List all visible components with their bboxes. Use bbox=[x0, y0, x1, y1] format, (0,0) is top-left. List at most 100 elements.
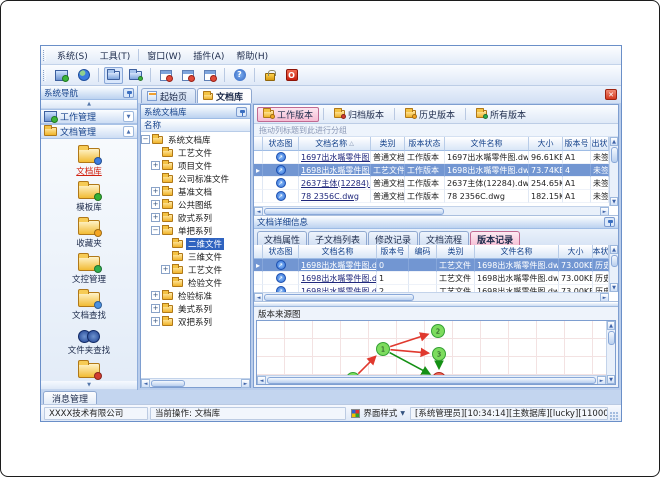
toolbar-library-explorer-button[interactable] bbox=[126, 67, 145, 84]
table-row[interactable]: ↗2637主体(12284).dwg普通文档工作版本2637主体(12284).… bbox=[254, 177, 609, 190]
scroll-right-icon[interactable]: ► bbox=[597, 375, 606, 384]
column-header-5[interactable]: 大小 bbox=[529, 137, 563, 151]
close-tab-icon[interactable]: ✕ bbox=[605, 89, 617, 100]
tab-start-page[interactable]: 起始页 bbox=[141, 88, 197, 103]
column-header-2[interactable]: 版本号 bbox=[377, 245, 409, 259]
tree-node[interactable]: 公司标准文件 bbox=[141, 172, 250, 185]
menu-item-1[interactable]: 工具(T) bbox=[94, 48, 137, 63]
pin-icon[interactable] bbox=[236, 106, 247, 117]
detail-tab-sub-doc-list[interactable]: 子文档列表 bbox=[308, 231, 368, 246]
toolbar-open-library-button[interactable] bbox=[104, 66, 123, 84]
sidebar-item-checked-out-docs[interactable]: 签出的文档 bbox=[46, 360, 132, 381]
scroll-left-icon[interactable]: ◄ bbox=[257, 375, 266, 384]
sidebar-item-favorites[interactable]: 收藏夹 bbox=[46, 217, 132, 253]
toolbar-system-view-button[interactable] bbox=[52, 67, 71, 84]
menu-drag-handle[interactable] bbox=[43, 49, 46, 61]
grid-vertical-scrollbar[interactable]: ▲ ▼ bbox=[609, 137, 618, 206]
tree-node[interactable]: + 公共图纸 bbox=[141, 198, 250, 211]
column-header-7[interactable]: 版本状态 bbox=[593, 245, 609, 259]
button-history-version[interactable]: 历史版本 bbox=[399, 107, 461, 122]
detail-tab-doc-flow[interactable]: 文档流程 bbox=[419, 231, 470, 246]
toolbar-lock-system-button[interactable] bbox=[260, 67, 279, 84]
column-header-3[interactable]: 编码 bbox=[409, 245, 437, 259]
toolbar-web-home-button[interactable] bbox=[74, 67, 93, 84]
tree-node[interactable]: + 美式系列 bbox=[141, 302, 250, 315]
column-header-4[interactable]: 类别 bbox=[437, 245, 475, 259]
column-header-0[interactable]: 状态图 bbox=[263, 137, 299, 151]
tree-node[interactable]: + 检验标准 bbox=[141, 289, 250, 302]
tree-node[interactable]: − 系统文档库 bbox=[141, 133, 250, 146]
graph-horizontal-scrollbar[interactable]: ◄ ► bbox=[257, 375, 606, 384]
detail-tab-doc-properties[interactable]: 文档属性 bbox=[257, 231, 308, 246]
sidebar-item-doc-control[interactable]: 文控管理 bbox=[46, 253, 132, 289]
tree-horizontal-scrollbar[interactable]: ◄ ► bbox=[141, 378, 250, 388]
sidebar-item-document-library[interactable]: 文档库 bbox=[46, 145, 132, 181]
pin-icon[interactable] bbox=[604, 217, 615, 227]
sidebar-collapse-strip[interactable]: ▲ bbox=[41, 100, 137, 109]
tree-node[interactable]: + 欧式系列 bbox=[141, 211, 250, 224]
interface-style-dropdown[interactable]: 界面样式 ▼ bbox=[348, 407, 408, 419]
document-name-link[interactable]: 1698出水嘴零件图.dwg bbox=[301, 165, 370, 176]
expand-icon[interactable]: + bbox=[151, 291, 160, 300]
scroll-thumb[interactable] bbox=[610, 255, 618, 267]
sidebar-item-doc-search[interactable]: 文档查找 bbox=[46, 289, 132, 325]
toolbar-close-windows-button[interactable] bbox=[200, 67, 219, 84]
column-header-6[interactable]: 版本号 bbox=[563, 137, 591, 151]
scroll-left-icon[interactable]: ◄ bbox=[254, 206, 263, 215]
scroll-thumb[interactable] bbox=[610, 147, 618, 163]
collapse-icon[interactable]: − bbox=[151, 226, 160, 235]
column-header-1[interactable]: 文档名称 △ bbox=[299, 137, 371, 151]
column-header-1[interactable]: 文档名称 bbox=[299, 245, 377, 259]
sidebar-group-work-management[interactable]: 工作管理 ▼ bbox=[41, 109, 137, 124]
column-header-5[interactable]: 文件名称 bbox=[475, 245, 559, 259]
scroll-down-icon[interactable]: ▼ bbox=[607, 375, 615, 384]
expand-icon[interactable]: + bbox=[151, 317, 160, 326]
scroll-down-icon[interactable]: ▼ bbox=[610, 283, 618, 292]
button-archive-version[interactable]: 归档版本 bbox=[328, 107, 390, 122]
button-work-version[interactable]: 工作版本 bbox=[257, 106, 320, 122]
expand-icon[interactable]: + bbox=[161, 265, 170, 274]
column-header-2[interactable]: 类别 bbox=[371, 137, 405, 151]
chevron-up-icon[interactable]: ▲ bbox=[123, 126, 134, 137]
table-row[interactable]: ↗1697出水嘴零件图.dwg普通文档工作版本1697出水嘴零件图.dwg96.… bbox=[254, 151, 609, 164]
tab-message-management[interactable]: 消息管理 bbox=[43, 391, 98, 405]
menu-item-3[interactable]: 插件(A) bbox=[187, 48, 230, 63]
tree-node[interactable]: − 单把系列 bbox=[141, 224, 250, 237]
toolbar-exit-system-button[interactable]: O bbox=[282, 67, 301, 84]
button-all-versions[interactable]: 所有版本 bbox=[470, 107, 532, 122]
scroll-left-icon[interactable]: ◄ bbox=[141, 378, 150, 388]
tab-document-library[interactable]: 文档库 bbox=[197, 88, 253, 103]
document-name-link[interactable]: 1697出水嘴零件图.dwg bbox=[301, 152, 370, 163]
detail-tab-version-records[interactable]: 版本记录 bbox=[470, 231, 521, 246]
scroll-up-icon[interactable]: ▲ bbox=[607, 321, 615, 330]
scroll-thumb[interactable] bbox=[607, 331, 615, 345]
grid-horizontal-scrollbar[interactable]: ◄ ► bbox=[254, 292, 609, 301]
toolbar-drag-handle[interactable] bbox=[43, 69, 46, 81]
scroll-thumb[interactable] bbox=[151, 379, 185, 387]
scroll-right-icon[interactable]: ► bbox=[600, 292, 609, 301]
sidebar-expand-strip[interactable]: ▼ bbox=[41, 381, 137, 390]
graph-vertical-scrollbar[interactable]: ▲ ▼ bbox=[606, 321, 615, 384]
grid-vertical-scrollbar[interactable]: ▲ ▼ bbox=[609, 245, 618, 292]
scroll-right-icon[interactable]: ► bbox=[600, 206, 609, 215]
table-row[interactable]: ▸↗1698出水嘴零件图.dwg0工艺文件1698出水嘴零件图.dwg73.00… bbox=[254, 259, 609, 272]
scroll-thumb[interactable] bbox=[264, 293, 414, 301]
expand-icon[interactable]: + bbox=[151, 187, 160, 196]
chevron-down-icon[interactable]: ▼ bbox=[123, 111, 134, 122]
menu-item-4[interactable]: 帮助(H) bbox=[230, 48, 274, 63]
expand-icon[interactable]: + bbox=[151, 200, 160, 209]
pin-icon[interactable] bbox=[123, 87, 134, 98]
tree-node[interactable]: 工艺文件 bbox=[141, 146, 250, 159]
scroll-thumb[interactable] bbox=[264, 207, 444, 215]
tree-node[interactable]: + 双把系列 bbox=[141, 315, 250, 328]
tree-node[interactable]: 检验文件 bbox=[141, 276, 250, 289]
toolbar-new-document-window-button[interactable] bbox=[156, 67, 175, 84]
sidebar-item-folder-search[interactable]: 文件夹查找 bbox=[46, 326, 132, 360]
expand-icon[interactable]: + bbox=[151, 304, 160, 313]
expand-icon[interactable]: + bbox=[151, 213, 160, 222]
sidebar-group-document-management[interactable]: 文档管理 ▲ bbox=[41, 124, 137, 139]
column-header-0[interactable]: 状态图 bbox=[263, 245, 299, 259]
toolbar-arrange-windows-button[interactable] bbox=[178, 67, 197, 84]
document-name-link[interactable]: 1698出水嘴零件图.dwg bbox=[301, 273, 376, 284]
sidebar-item-template-library[interactable]: 模板库 bbox=[46, 181, 132, 217]
